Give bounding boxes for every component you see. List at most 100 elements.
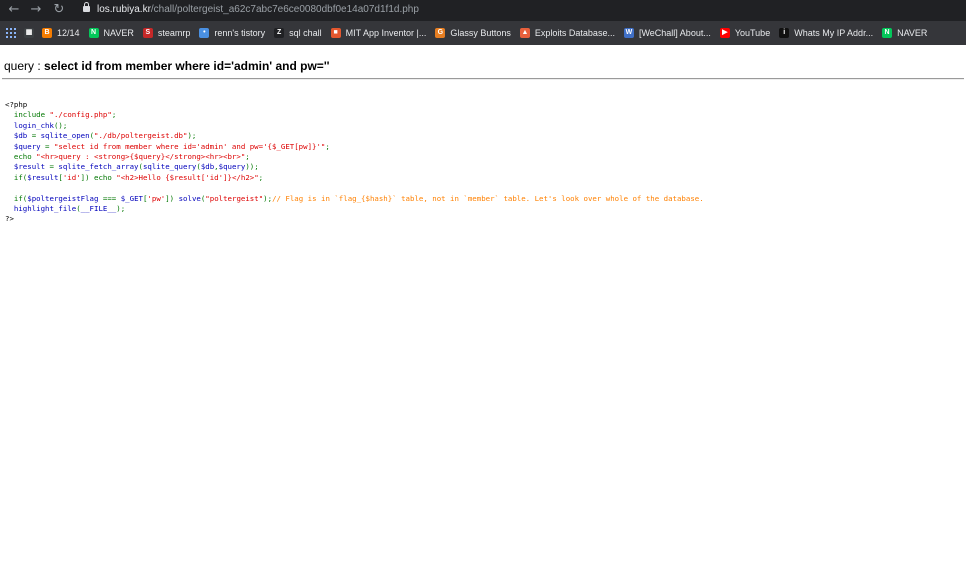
bookmark-item[interactable]: i Whats My IP Addr... xyxy=(779,28,873,38)
code-token: ; xyxy=(325,141,330,151)
back-arrow-icon[interactable]: ← xyxy=(6,2,22,18)
naver-icon: N xyxy=(88,28,99,38)
code-token: = xyxy=(31,131,41,141)
code-token: <?php xyxy=(5,100,28,109)
bookmark-label: 12/14 xyxy=(57,28,80,38)
bookmark-label: steamrp xyxy=(157,28,191,38)
code-token: include xyxy=(13,110,50,120)
bookmark-label: Whats My IP Addr... xyxy=(794,28,874,38)
code-token: "<h2>Hello {$result['id']}</h2>" xyxy=(116,172,259,182)
code-token: "select id from member where id='admin' … xyxy=(53,141,326,151)
bookmark-label: [WeChall] About... xyxy=(638,28,711,38)
code-token: sqlite_open xyxy=(40,131,90,141)
code-token: $query xyxy=(218,162,246,172)
code-token: ]) xyxy=(165,193,179,203)
glassy-icon: G xyxy=(435,28,446,38)
browser-toolbar: ← → ↻ los.rubiya.kr/chall/poltergeist_a6… xyxy=(0,0,966,21)
bookmark-item[interactable]: ■ MIT App Inventor |... xyxy=(330,28,427,38)
reading-list-icon[interactable]: ▦ xyxy=(24,28,34,38)
tistory-icon: • xyxy=(199,28,210,38)
code-token: "<hr>query : <strong>{$query}</strong><h… xyxy=(36,152,246,162)
horizontal-rule xyxy=(2,78,964,80)
bookmark-label: NAVER xyxy=(103,28,134,38)
bookmark-label: sql chall xyxy=(289,28,322,38)
code-token: sqlite_fetch_array xyxy=(58,162,139,172)
code-token: ; xyxy=(258,172,264,182)
code-token: $db xyxy=(200,162,215,172)
bookmark-item[interactable]: N NAVER xyxy=(882,28,927,38)
blogger-icon: B xyxy=(42,28,52,38)
bookmark-item[interactable]: ▶ YouTube xyxy=(719,28,771,38)
code-token: === xyxy=(102,193,121,203)
url-path: /chall/poltergeist_a62c7abc7e6ce0080dbf0… xyxy=(150,4,419,15)
page-content: query : select id from member where id='… xyxy=(0,45,966,564)
code-token: = xyxy=(45,141,54,151)
whatsmyip-icon: i xyxy=(779,28,790,38)
code-line: if($poltergeistFlag === $_GET['pw']) sol… xyxy=(5,194,704,204)
lock-icon xyxy=(83,2,90,12)
bookmark-item[interactable]: W [WeChall] About... xyxy=(623,28,711,38)
code-line: <?php xyxy=(5,100,704,110)
bookmark-label: MIT App Inventor |... xyxy=(345,28,427,38)
code-token: // Flag is in `flag_{$hash}` table, not … xyxy=(272,193,704,203)
bookmark-label: renn's tistory xyxy=(214,28,266,38)
code-token: if( xyxy=(5,193,28,203)
bookmark-item[interactable]: • renn's tistory xyxy=(199,28,265,38)
bookmark-label: NAVER xyxy=(897,28,928,38)
code-token: $_GET xyxy=(120,193,143,203)
code-token: $result xyxy=(5,162,50,172)
code-token: __FILE__ xyxy=(80,204,117,214)
query-line: query : select id from member where id='… xyxy=(4,59,330,73)
code-token: 'pw' xyxy=(147,193,166,203)
url-host: los.rubiya.kr xyxy=(97,4,151,15)
code-token: solve xyxy=(178,193,201,203)
code-token: highlight_file xyxy=(5,204,77,214)
mit-icon: ■ xyxy=(330,28,341,38)
code-line: ?> xyxy=(5,214,704,224)
code-line: $query = "select id from member where id… xyxy=(5,142,704,152)
apps-grid-icon[interactable] xyxy=(6,28,16,38)
php-source-code: <?php include "./config.php"; login_chk(… xyxy=(5,100,704,225)
url-text[interactable]: los.rubiya.kr/chall/poltergeist_a62c7abc… xyxy=(97,4,419,15)
bookmark-item[interactable]: B 12/14 xyxy=(42,28,80,38)
code-token: 'id' xyxy=(62,172,81,182)
code-token: ; xyxy=(245,152,250,162)
reload-icon[interactable]: ↻ xyxy=(51,2,67,18)
bookmark-item[interactable]: Zsql chall xyxy=(274,28,322,38)
query-label: query : xyxy=(4,59,45,73)
naver-icon: N xyxy=(882,28,893,38)
code-token: ?> xyxy=(5,214,14,224)
bookmark-label: YouTube xyxy=(734,28,771,38)
code-line: include "./config.php"; xyxy=(5,110,704,120)
code-line: if($result['id']) echo "<h2>Hello {$resu… xyxy=(5,173,704,183)
code-token: ; xyxy=(111,110,117,120)
steam-icon: S xyxy=(142,28,153,38)
code-token: ); xyxy=(263,193,273,203)
code-token: $db xyxy=(5,131,32,141)
youtube-icon: ▶ xyxy=(719,28,730,38)
bookmark-label: Exploits Database... xyxy=(534,28,615,38)
code-token: ); xyxy=(116,204,126,214)
code-token: $poltergeistFlag xyxy=(27,193,103,203)
code-token: echo xyxy=(5,152,37,162)
address-bar[interactable]: los.rubiya.kr/chall/poltergeist_a62c7abc… xyxy=(76,1,956,20)
bookmarks-bar: ▦ B 12/14 N NAVER Ssteamrp • renn's tistory Zsq… xyxy=(0,21,966,45)
bookmark-item[interactable]: ▲ Exploits Database... xyxy=(519,28,615,38)
bookmark-item[interactable]: Ssteamrp xyxy=(142,28,191,38)
code-token: sqlite_query xyxy=(142,162,197,172)
code-line: login_chk(); xyxy=(5,121,704,131)
code-token: )); xyxy=(245,162,259,172)
bookmark-item[interactable]: N NAVER xyxy=(88,28,134,38)
wechall-icon: W xyxy=(623,28,634,38)
bookmark-label: Glassy Buttons xyxy=(450,28,511,38)
code-line: $result = sqlite_fetch_array(sqlite_quer… xyxy=(5,162,704,172)
forward-arrow-icon[interactable]: → xyxy=(28,2,44,18)
code-token: (); xyxy=(53,120,68,130)
code-line: $db = sqlite_open("./db/poltergeist.db")… xyxy=(5,131,704,141)
code-token: login_chk xyxy=(5,120,54,130)
bookmark-item[interactable]: G Glassy Buttons xyxy=(435,28,511,38)
code-token: $query xyxy=(5,141,46,151)
query-text: select id from member where id='admin' a… xyxy=(44,59,330,73)
